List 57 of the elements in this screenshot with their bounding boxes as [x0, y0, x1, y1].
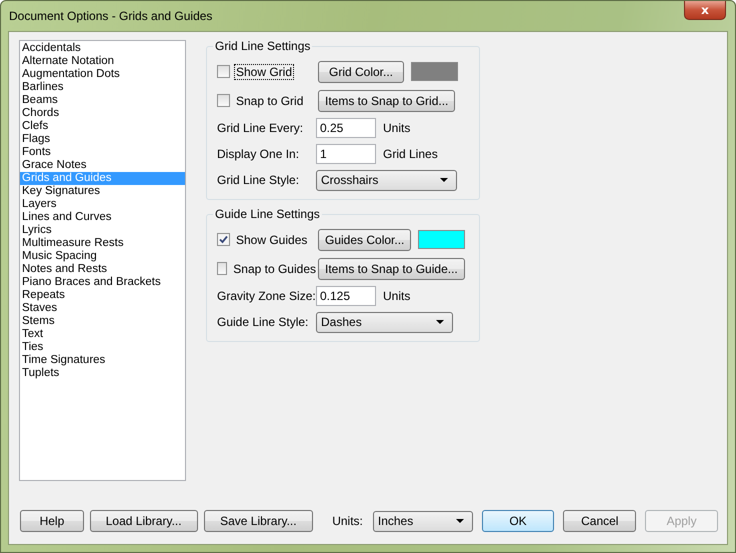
input-field[interactable]: 0.125 [316, 286, 376, 306]
category-item[interactable]: Barlines [20, 81, 185, 94]
unit-label: Grid Lines [383, 147, 438, 161]
footer-button[interactable]: Help [20, 510, 84, 532]
category-item[interactable]: Ties [20, 341, 185, 354]
category-item[interactable]: Flags [20, 133, 185, 146]
style-dropdown[interactable]: Crosshairs [316, 170, 457, 190]
category-item[interactable]: Tuplets [20, 367, 185, 380]
dialog-button[interactable]: OK [482, 510, 554, 532]
unit-label: Units [383, 121, 410, 135]
checkbox-label[interactable]: Show Grid [234, 64, 294, 80]
category-item[interactable]: Clefs [20, 120, 185, 133]
field-label: Grid Line Style: [217, 173, 300, 187]
category-item[interactable]: Accidentals [20, 42, 185, 55]
footer-button[interactable]: Load Library... [90, 510, 198, 532]
category-item[interactable]: Beams [20, 94, 185, 107]
style-dropdown[interactable]: Dashes [316, 312, 453, 332]
unit-label: Units [383, 289, 410, 303]
input-field[interactable]: 1 [316, 144, 376, 164]
units-dropdown[interactable]: Inches [372, 510, 473, 532]
dialog-button[interactable]: Cancel [563, 510, 636, 532]
field-label: Guide Line Style: [217, 315, 310, 329]
close-button[interactable]: x [684, 1, 726, 20]
options-button[interactable]: Items to Snap to Grid... [318, 90, 456, 112]
category-item[interactable]: Time Signatures [20, 354, 185, 367]
category-item[interactable]: Lines and Curves [20, 211, 185, 224]
category-item[interactable]: Lyrics [20, 224, 185, 237]
options-button[interactable]: Grid Color... [318, 60, 404, 82]
input-field[interactable]: 0.25 [316, 118, 376, 138]
category-item[interactable]: Fonts [20, 146, 185, 159]
window-title: Document Options - Grids and Guides [9, 9, 212, 23]
field-label: Display One In: [217, 147, 300, 161]
options-button[interactable]: Items to Snap to Guide... [318, 258, 465, 280]
units-label: Units: [332, 514, 363, 528]
category-item[interactable]: Repeats [20, 289, 185, 302]
checkbox-label[interactable]: Show Guides [234, 232, 310, 248]
category-item[interactable]: Layers [20, 198, 185, 211]
category-item[interactable]: Staves [20, 302, 185, 315]
footer-button[interactable]: Save Library... [204, 510, 314, 532]
category-item[interactable]: Alternate Notation [20, 55, 185, 68]
category-item[interactable]: Notes and Rests [20, 263, 185, 276]
field-label: Grid Line Every: [217, 121, 304, 135]
options-button[interactable]: Guides Color... [318, 228, 412, 250]
field-label: Gravity Zone Size: [217, 289, 316, 303]
category-item[interactable]: Grace Notes [20, 159, 185, 172]
category-item[interactable]: Music Spacing [20, 250, 185, 263]
checkbox-label[interactable]: Snap to Guides [231, 260, 318, 276]
category-item[interactable]: Text [20, 328, 185, 341]
category-item[interactable]: Piano Braces and Brackets [20, 276, 185, 289]
category-item[interactable]: Key Signatures [20, 185, 185, 198]
category-item[interactable]: Augmentation Dots [20, 68, 185, 81]
category-item[interactable]: Chords [20, 107, 185, 120]
category-item[interactable]: Stems [20, 315, 185, 328]
group-title: Grid Line Settings [213, 40, 312, 53]
category-item[interactable]: Multimeasure Rests [20, 237, 185, 250]
checkbox-label[interactable]: Snap to Grid [234, 92, 306, 108]
group-title: Guide Line Settings [213, 208, 322, 221]
